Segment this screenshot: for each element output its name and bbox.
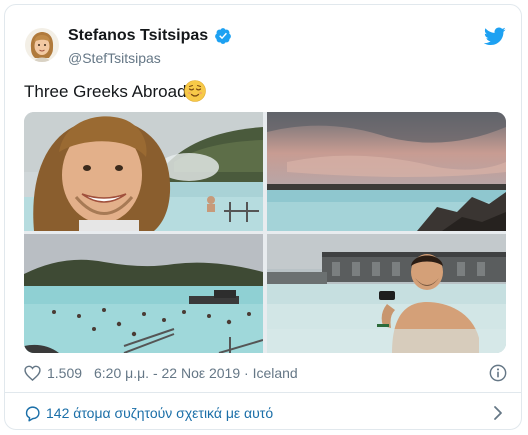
twitter-logo-icon[interactable] bbox=[484, 27, 506, 46]
photo-2[interactable] bbox=[267, 112, 506, 231]
photo-4[interactable] bbox=[267, 234, 506, 353]
info-icon[interactable] bbox=[489, 364, 507, 382]
speech-bubble-icon bbox=[25, 406, 40, 422]
photo-grid bbox=[24, 112, 506, 353]
chevron-right-icon[interactable] bbox=[491, 405, 505, 421]
divider bbox=[5, 392, 521, 393]
photo-3[interactable] bbox=[24, 234, 263, 353]
discussion-label: 142 άτομα συζητούν σχετικά με αυτό bbox=[46, 405, 274, 421]
author-name[interactable]: Stefanos Tsitsipas bbox=[68, 27, 208, 45]
author-handle[interactable]: @StefTsitsipas bbox=[68, 50, 161, 66]
tweet-timestamp[interactable]: 6:20 μ.μ. - 22 Νοε 2019 · Iceland bbox=[94, 365, 298, 381]
tweet-meta: 1.509 6:20 μ.μ. - 22 Νοε 2019 · Iceland bbox=[24, 363, 507, 383]
avatar[interactable] bbox=[25, 28, 59, 62]
heart-icon[interactable] bbox=[24, 365, 41, 381]
photo-1[interactable] bbox=[24, 112, 263, 231]
tweet-card: Stefanos Tsitsipas @StefTsitsipas Three … bbox=[4, 4, 522, 430]
tweet-text: Three Greeks Abroad bbox=[24, 82, 187, 101]
relieved-face-emoji bbox=[184, 80, 206, 102]
discussion-link[interactable]: 142 άτομα συζητούν σχετικά με αυτό bbox=[24, 403, 506, 425]
like-count[interactable]: 1.509 bbox=[47, 365, 82, 381]
verified-badge-icon bbox=[215, 28, 231, 44]
